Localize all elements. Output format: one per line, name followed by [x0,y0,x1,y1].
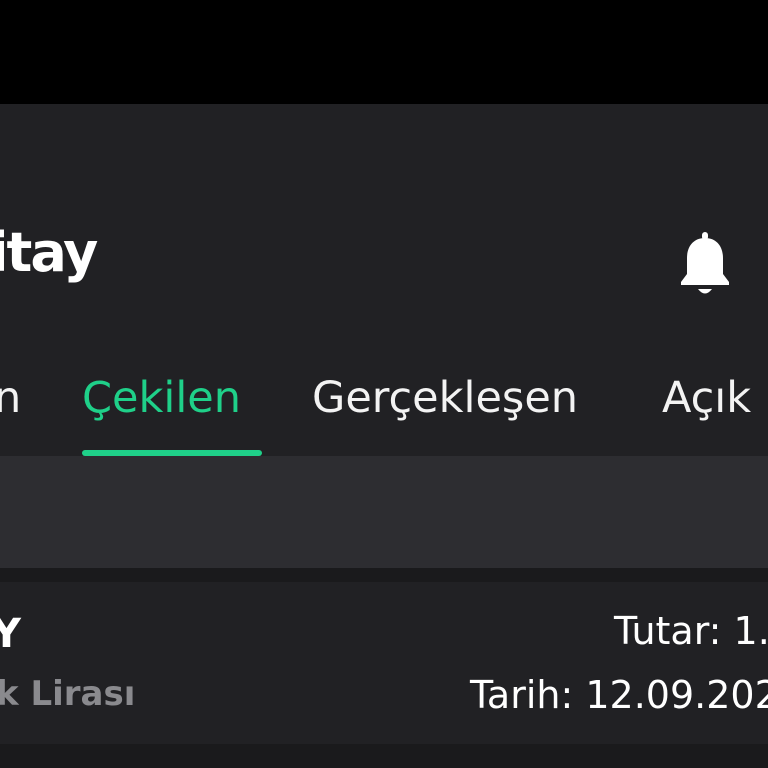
order-symbol: Y [0,611,21,657]
status-bar [0,0,768,104]
order-date: Tarih: 12.09.202 [470,673,768,717]
order-list: Y k Lirası Tutar: 1. Tarih: 12.09.202 [0,568,768,768]
tab-cekilen[interactable]: Çekilen [82,372,241,424]
tab-partial[interactable]: n [0,372,21,424]
app-header: itay n Çekilen Gerçekleşen Açık [0,104,768,456]
order-amount: Tutar: 1. [614,609,768,653]
filter-bar[interactable] [0,456,768,568]
app-logo: itay [0,221,98,284]
tab-gerceklesen[interactable]: Gerçekleşen [312,372,578,424]
bell-icon[interactable] [678,232,732,298]
tab-acik[interactable]: Açık [662,372,751,424]
order-name: k Lirası [0,674,136,714]
order-row[interactable]: Y k Lirası Tutar: 1. Tarih: 12.09.202 [0,582,768,744]
order-tabs: n Çekilen Gerçekleşen Açık [0,344,768,456]
